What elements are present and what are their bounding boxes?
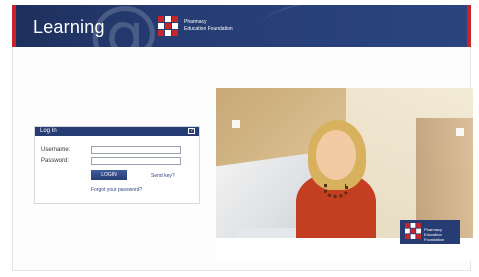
foundation-name: Pharmacy Education Foundation [184, 19, 233, 33]
site-header: @ Learning Pharmacy Education Foundation [12, 5, 471, 47]
forgot-password-link[interactable]: Forgot your password? [91, 187, 142, 193]
necklace [324, 184, 348, 198]
badge-text: Pharmacy Education Foundation [424, 227, 460, 242]
photo-square [456, 128, 464, 136]
foundation-logo-icon [405, 223, 421, 239]
login-panel: Log In ? Username: Password: LOGIN Send … [34, 126, 200, 204]
send-key-link[interactable]: Send key? [151, 173, 175, 179]
foundation-name-line1: Pharmacy [184, 19, 207, 25]
login-button[interactable]: LOGIN [91, 170, 127, 180]
badge-text-line2: Education Foundation [424, 232, 445, 242]
login-panel-title: Log In [40, 128, 57, 134]
header-accent-left [12, 5, 16, 47]
site-title: Learning [33, 17, 105, 37]
woman-face [316, 130, 356, 180]
hero-photo: Pharmacy Education Foundation [216, 88, 473, 260]
password-field[interactable] [91, 157, 181, 165]
username-label: Username: [41, 147, 71, 153]
header-swoosh [262, 5, 471, 47]
foundation-logo-icon [158, 16, 178, 36]
photo-square [232, 120, 240, 128]
help-icon[interactable]: ? [188, 128, 195, 134]
login-panel-header: Log In ? [35, 127, 199, 136]
password-label: Password: [41, 158, 70, 164]
foundation-name-line2: Education Foundation [184, 26, 233, 32]
foundation-badge: Pharmacy Education Foundation [400, 220, 460, 244]
username-field[interactable] [91, 146, 181, 154]
page: @ Learning Pharmacy Education Foundation… [0, 0, 479, 277]
